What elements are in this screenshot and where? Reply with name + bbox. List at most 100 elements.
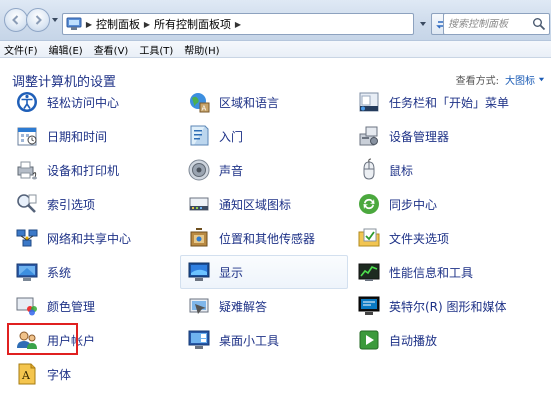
menu-bar: 文件(F) 编辑(E) 查看(V) 工具(T) 帮助(H) — [0, 41, 551, 58]
chevron-down-icon — [420, 22, 426, 26]
breadcrumb-separator-icon[interactable]: ▶ — [84, 20, 94, 29]
back-button[interactable] — [4, 8, 28, 32]
control-panel-item[interactable]: 系统 — [8, 255, 176, 289]
folder-options-icon — [358, 228, 380, 247]
control-panel-item-label: 字体 — [47, 367, 72, 382]
control-panel-item-label: 设备管理器 — [389, 129, 450, 144]
chevron-down-icon[interactable] — [538, 76, 545, 83]
breadcrumb-control-panel[interactable]: 控制面板 — [96, 16, 140, 32]
back-arrow-icon — [12, 15, 19, 25]
forward-button[interactable] — [26, 8, 50, 32]
date-time-icon — [17, 127, 37, 146]
control-panel-item-label: 性能信息和工具 — [389, 265, 474, 280]
control-panel-item-label: 疑难解答 — [219, 299, 268, 314]
devices-printers-icon — [17, 161, 37, 180]
sync-center-icon — [359, 194, 379, 214]
device-manager-icon — [359, 126, 378, 146]
control-panel-item[interactable]: 鼠标 — [350, 153, 518, 187]
control-panel-item[interactable]: 任务栏和「开始」菜单 — [350, 85, 518, 119]
control-panel-item-label: 网络和共享中心 — [47, 231, 132, 246]
control-panel-item[interactable]: 索引选项 — [8, 187, 176, 221]
intel-graphics-icon — [358, 296, 380, 315]
region-language-icon: A — [190, 93, 210, 113]
control-panel-item-label: 轻松访问中心 — [47, 95, 120, 110]
control-panel-item[interactable]: 入门 — [180, 119, 348, 153]
control-panel-item[interactable]: 疑难解答 — [180, 289, 348, 323]
control-panel-item-label: 英特尔(R) 图形和媒体 — [389, 299, 507, 314]
menu-file[interactable]: 文件(F) — [4, 42, 38, 57]
forward-arrow-icon — [35, 15, 42, 25]
control-panel-item[interactable]: 设备和打印机 — [8, 153, 176, 187]
control-panel-item[interactable]: 自动播放 — [350, 323, 518, 357]
search-box[interactable] — [443, 13, 550, 35]
fonts-icon: A — [18, 363, 36, 385]
user-accounts-icon — [17, 331, 37, 349]
svg-text:A: A — [21, 369, 31, 382]
control-panel-item-label: 声音 — [219, 163, 244, 178]
control-panel-item[interactable]: 同步中心 — [350, 187, 518, 221]
control-panel-item[interactable]: 用户帐户 — [8, 323, 176, 357]
content-area: 调整计算机的设置 查看方式: 大图标 轻松访问中心 A 区域和语言 任务栏和「开始」菜… — [0, 59, 551, 404]
control-panel-item-label: 用户帐户 — [47, 333, 96, 348]
control-panel-icon — [66, 17, 82, 30]
control-panel-item[interactable]: 设备管理器 — [350, 119, 518, 153]
taskbar-start-menu-icon — [359, 92, 379, 112]
menu-help[interactable]: 帮助(H) — [184, 42, 219, 57]
control-panel-item-label: 索引选项 — [47, 197, 96, 212]
breadcrumb-separator-icon[interactable]: ▶ — [142, 20, 152, 29]
control-panel-item[interactable]: 文件夹选项 — [350, 221, 518, 255]
svg-text:A: A — [202, 105, 207, 113]
control-panel-item-label: 自动播放 — [389, 333, 438, 348]
control-panel-item[interactable]: 桌面小工具 — [180, 323, 348, 357]
ease-of-access-icon — [17, 92, 37, 112]
autoplay-icon — [359, 330, 379, 350]
control-panel-item[interactable]: 轻松访问中心 — [8, 85, 176, 119]
control-panel-item[interactable]: A 区域和语言 — [180, 85, 348, 119]
control-panel-item-label: 入门 — [219, 129, 244, 144]
search-icon[interactable] — [532, 17, 546, 31]
control-panel-item-label: 任务栏和「开始」菜单 — [389, 95, 510, 110]
control-panel-item-label: 区域和语言 — [219, 95, 280, 110]
troubleshooting-icon — [189, 298, 209, 314]
control-panel-item[interactable]: 显示 — [180, 255, 348, 289]
control-panel-item-label: 文件夹选项 — [389, 231, 450, 246]
mouse-icon — [363, 158, 375, 180]
control-panel-item[interactable]: 位置和其他传感器 — [180, 221, 348, 255]
control-panel-item[interactable]: 网络和共享中心 — [8, 221, 176, 255]
control-panel-item-label: 位置和其他传感器 — [219, 231, 316, 246]
color-management-icon — [16, 297, 37, 316]
control-panel-item[interactable]: 通知区域图标 — [180, 187, 348, 221]
control-panel-item[interactable]: 英特尔(R) 图形和媒体 — [350, 289, 518, 323]
address-box[interactable]: ▶ 控制面板 ▶ 所有控制面板项 ▶ — [62, 13, 414, 35]
menu-tools[interactable]: 工具(T) — [139, 42, 173, 57]
network-sharing-icon — [16, 229, 38, 247]
breadcrumb-all-items[interactable]: 所有控制面板项 — [154, 16, 231, 32]
address-bar-region: ▶ 控制面板 ▶ 所有控制面板项 ▶ — [0, 0, 551, 41]
search-input[interactable] — [446, 15, 532, 33]
breadcrumb-separator-icon[interactable]: ▶ — [233, 20, 243, 29]
indexing-options-icon — [17, 194, 37, 213]
control-panel-item-label: 系统 — [47, 265, 72, 280]
menu-view[interactable]: 查看(V) — [94, 42, 129, 57]
notification-area-icon — [189, 197, 209, 211]
menu-edit[interactable]: 编辑(E) — [49, 42, 83, 57]
control-panel-item[interactable]: 声音 — [180, 153, 348, 187]
display-icon — [188, 262, 210, 281]
control-panel-item-label: 颜色管理 — [47, 299, 96, 314]
control-panel-item-label: 设备和打印机 — [47, 163, 120, 178]
control-panel-item-label: 显示 — [219, 265, 244, 280]
control-panel-item[interactable]: 颜色管理 — [8, 289, 176, 323]
control-panel-item[interactable]: 日期和时间 — [8, 119, 176, 153]
control-panel-item-label: 同步中心 — [389, 197, 438, 212]
getting-started-icon — [190, 125, 209, 146]
control-panel-item-label: 鼠标 — [389, 163, 414, 178]
system-icon — [16, 263, 38, 281]
control-panel-item-label: 日期和时间 — [47, 129, 108, 144]
control-panel-item-label: 桌面小工具 — [219, 333, 280, 348]
control-panel-item-label: 通知区域图标 — [219, 197, 292, 212]
sound-icon — [188, 159, 210, 181]
address-history-dropdown[interactable] — [416, 14, 430, 34]
control-panel-item[interactable]: 性能信息和工具 — [350, 255, 518, 289]
recent-pages-dropdown-icon[interactable] — [51, 16, 59, 24]
control-panel-item[interactable]: A 字体 — [8, 357, 176, 391]
